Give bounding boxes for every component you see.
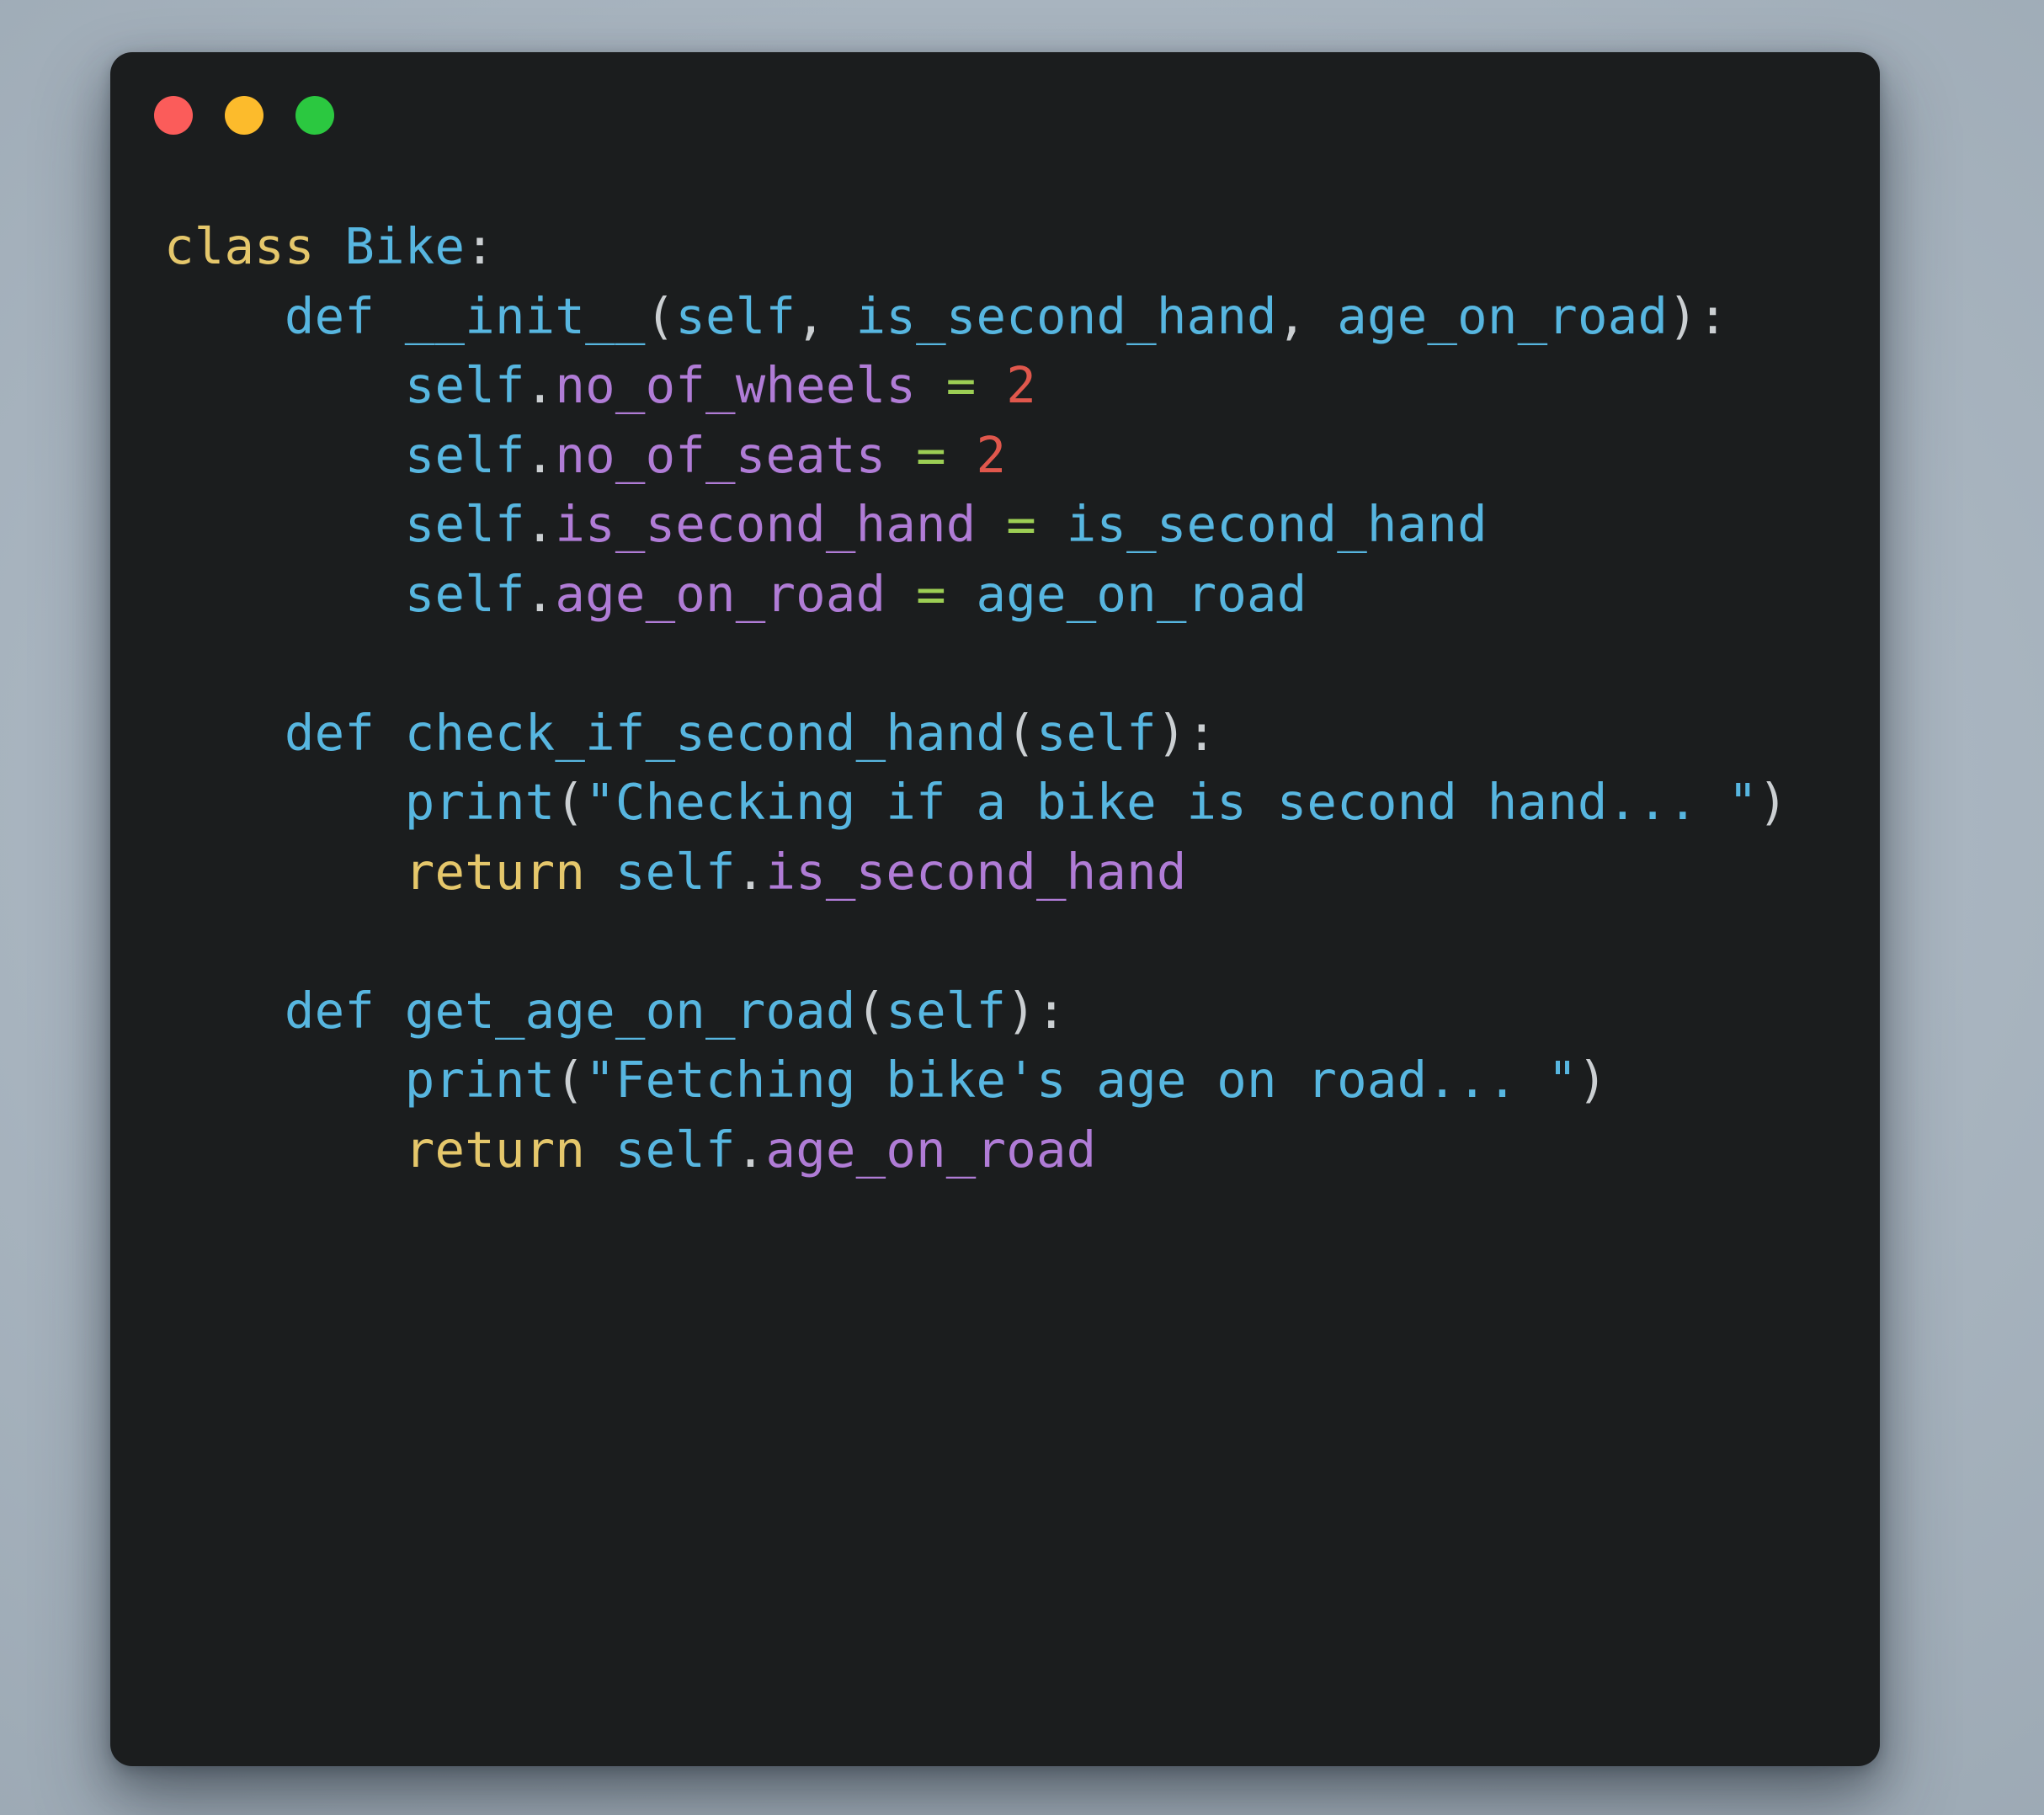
code-token: get_age_on_road bbox=[404, 981, 856, 1040]
code-token: age_on_road bbox=[555, 564, 886, 623]
code-token: : bbox=[1697, 286, 1728, 345]
code-token: 2 bbox=[976, 425, 1007, 484]
code-token: ) bbox=[1156, 703, 1187, 762]
code-window: class Bike: def __init__(self, is_second… bbox=[110, 52, 1880, 1766]
code-token: class bbox=[164, 217, 315, 275]
code-line: return self.age_on_road bbox=[164, 1115, 1863, 1185]
code-token: def bbox=[284, 703, 375, 762]
code-line: print("Checking if a bike is second hand… bbox=[164, 768, 1863, 838]
code-line: print("Fetching bike's age on road... ") bbox=[164, 1046, 1863, 1115]
code-token: self bbox=[615, 1120, 736, 1179]
code-token: check_if_second_hand bbox=[404, 703, 1007, 762]
code-token: age_on_road bbox=[765, 1120, 1097, 1179]
code-token: : bbox=[465, 217, 495, 275]
code-token: . bbox=[524, 495, 556, 553]
code-token: is_second_hand bbox=[855, 286, 1277, 345]
code-token: age_on_road bbox=[1337, 286, 1669, 345]
code-token: self bbox=[404, 564, 525, 623]
code-token: "Fetching bike's age on road... " bbox=[585, 1051, 1578, 1109]
maximize-button-icon[interactable] bbox=[295, 96, 334, 135]
code-token: = bbox=[1006, 495, 1036, 553]
code-token: . bbox=[735, 842, 766, 901]
code-token: . bbox=[735, 1120, 766, 1179]
code-token: is_second_hand bbox=[1066, 495, 1488, 553]
code-token: . bbox=[524, 425, 556, 484]
code-token: = bbox=[916, 425, 946, 484]
screen: class Bike: def __init__(self, is_second… bbox=[0, 0, 2044, 1815]
close-button-icon[interactable] bbox=[154, 96, 193, 135]
code-block[interactable]: class Bike: def __init__(self, is_second… bbox=[164, 212, 1863, 1766]
code-token: no_of_seats bbox=[555, 425, 886, 484]
code-token: 2 bbox=[1006, 356, 1036, 414]
code-token: def bbox=[284, 286, 375, 345]
code-line: def get_age_on_road(self): bbox=[164, 977, 1863, 1046]
code-token: print bbox=[404, 773, 556, 831]
code-token: , bbox=[1276, 286, 1307, 345]
code-token: ) bbox=[1577, 1051, 1608, 1109]
code-token: __init__ bbox=[404, 286, 646, 345]
code-token: = bbox=[945, 356, 977, 414]
code-token: self bbox=[675, 286, 796, 345]
code-line: self.no_of_wheels = 2 bbox=[164, 351, 1863, 421]
code-line: return self.is_second_hand bbox=[164, 838, 1863, 908]
minimize-button-icon[interactable] bbox=[225, 96, 263, 135]
code-token: "Checking if a bike is second hand... " bbox=[585, 773, 1759, 831]
code-token: . bbox=[524, 564, 556, 623]
code-token: print bbox=[404, 1051, 556, 1109]
code-token: no_of_wheels bbox=[555, 356, 917, 414]
code-line: class Bike: bbox=[164, 212, 1863, 282]
code-token: self bbox=[886, 981, 1007, 1040]
code-token: self bbox=[1035, 703, 1157, 762]
code-token: ) bbox=[1006, 981, 1036, 1040]
code-line: self.no_of_seats = 2 bbox=[164, 421, 1863, 491]
code-token: self bbox=[615, 842, 736, 901]
code-token: ( bbox=[855, 981, 886, 1040]
code-token: self bbox=[404, 495, 525, 553]
code-token: ( bbox=[645, 286, 676, 345]
code-token: . bbox=[524, 356, 556, 414]
window-titlebar[interactable] bbox=[110, 52, 1880, 178]
code-token: = bbox=[916, 564, 946, 623]
code-token: Bike bbox=[344, 217, 466, 275]
code-token: is_second_hand bbox=[555, 495, 977, 553]
code-token: return bbox=[404, 1120, 586, 1179]
code-line: self.age_on_road = age_on_road bbox=[164, 560, 1863, 630]
code-token: is_second_hand bbox=[765, 842, 1187, 901]
code-token: ( bbox=[555, 773, 586, 831]
code-token: age_on_road bbox=[976, 564, 1307, 623]
code-token: return bbox=[404, 842, 586, 901]
code-token: ) bbox=[1758, 773, 1788, 831]
code-token: self bbox=[404, 425, 525, 484]
code-token: : bbox=[1186, 703, 1217, 762]
code-token: : bbox=[1035, 981, 1067, 1040]
code-line: def check_if_second_hand(self): bbox=[164, 699, 1863, 769]
code-token: ( bbox=[555, 1051, 586, 1109]
code-line: def __init__(self, is_second_hand, age_o… bbox=[164, 282, 1863, 352]
code-token: def bbox=[284, 981, 375, 1040]
code-token: , bbox=[796, 286, 826, 345]
code-token: ( bbox=[1006, 703, 1036, 762]
code-token: self bbox=[404, 356, 525, 414]
code-line: self.is_second_hand = is_second_hand bbox=[164, 490, 1863, 560]
code-token: ) bbox=[1668, 286, 1698, 345]
